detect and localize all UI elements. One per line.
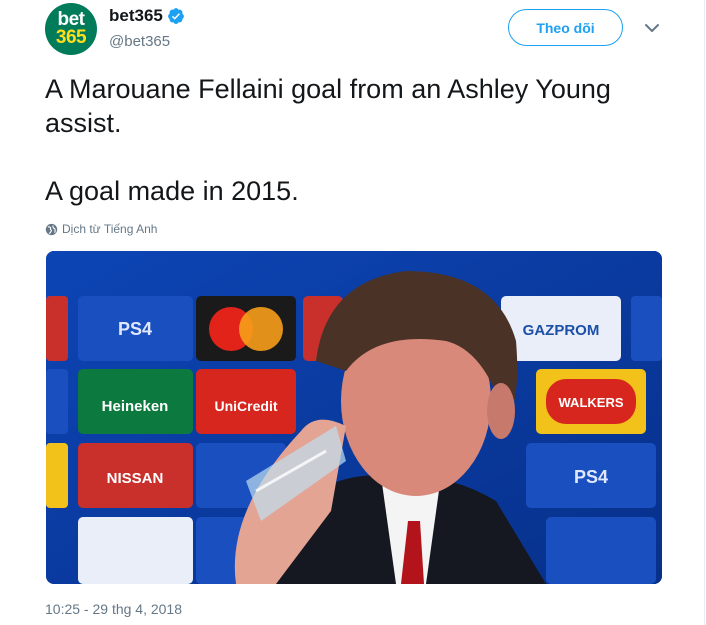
tweet-text: A Marouane Fellaini goal from an Ashley … — [45, 74, 611, 206]
tile-walkers-text: WALKERS — [559, 395, 624, 410]
translate-link[interactable]: Dịch từ Tiếng Anh — [45, 222, 157, 236]
account-handle[interactable]: @bet365 — [109, 33, 170, 50]
tile-heineken-text: Heineken — [102, 398, 169, 415]
photo-illustration: PS4 GAZPROM Heineken UniCredit WALKERS N… — [46, 251, 662, 584]
tile-gazprom-text: GAZPROM — [523, 322, 600, 339]
verified-badge-icon — [167, 8, 184, 24]
tile-ps4-text: PS4 — [118, 319, 152, 339]
tweet-card: bet 365 bet365 @bet365 Theo dõi A Maroua… — [0, 0, 705, 625]
translate-label: Dịch từ Tiếng Anh — [62, 222, 158, 236]
account-name-row[interactable]: bet365 — [109, 6, 185, 26]
tile-nissan-text: NISSAN — [107, 470, 164, 487]
display-name[interactable]: bet365 — [109, 6, 163, 26]
tweet-photo[interactable]: PS4 GAZPROM Heineken UniCredit WALKERS N… — [46, 251, 662, 584]
globe-icon — [45, 223, 58, 235]
avatar[interactable]: bet 365 — [45, 3, 97, 55]
tile-unicredit-text: UniCredit — [215, 398, 278, 414]
avatar-text-365: 365 — [55, 27, 87, 48]
follow-button[interactable]: Theo dõi — [508, 9, 623, 46]
tweet-timestamp[interactable]: 10:25 - 29 thg 4, 2018 — [45, 601, 182, 617]
tile-ps4-text-2: PS4 — [574, 467, 608, 487]
chevron-down-icon[interactable] — [642, 18, 662, 38]
